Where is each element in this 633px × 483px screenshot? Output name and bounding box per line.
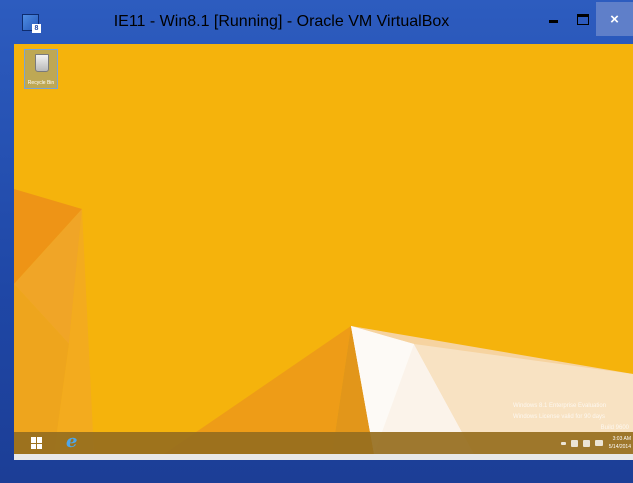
minimize-icon bbox=[548, 19, 558, 23]
recycle-bin-icon bbox=[35, 54, 49, 72]
desktop-icon-label: Recycle Bin bbox=[27, 80, 55, 86]
maximize-icon bbox=[577, 13, 589, 25]
virtualbox-window: 8 IE11 - Win8.1 [Running] - Oracle VM Vi… bbox=[0, 0, 633, 483]
expand-tray-icon[interactable] bbox=[561, 441, 566, 445]
clock-time: 3:03 AM bbox=[612, 436, 631, 442]
internet-explorer-icon[interactable]: e bbox=[66, 433, 84, 451]
window-title: IE11 - Win8.1 [Running] - Oracle VM Virt… bbox=[113, 13, 450, 30]
maximize-button[interactable] bbox=[568, 2, 598, 36]
network-icon[interactable] bbox=[583, 439, 590, 447]
flag-icon[interactable] bbox=[595, 440, 603, 446]
vm-status-bar bbox=[14, 454, 633, 460]
watermark-line-2: Windows License valid for 90 days bbox=[513, 414, 606, 420]
evaluation-watermark: Windows 8.1 Enterprise Evaluation Window… bbox=[513, 401, 633, 434]
clock-date: 5/14/2014 bbox=[608, 444, 631, 450]
windows-start-icon[interactable] bbox=[31, 437, 43, 449]
close-button[interactable]: × bbox=[596, 2, 633, 36]
virtualbox-icon[interactable]: 8 bbox=[22, 14, 41, 33]
desktop-icon-recycle-bin[interactable]: Recycle Bin bbox=[24, 49, 58, 89]
title-bar[interactable]: 8 IE11 - Win8.1 [Running] - Oracle VM Vi… bbox=[0, 0, 633, 44]
watermark-line-1: Windows 8.1 Enterprise Evaluation bbox=[513, 403, 607, 409]
minimize-button[interactable] bbox=[538, 2, 568, 36]
system-tray bbox=[561, 438, 603, 448]
wallpaper bbox=[14, 44, 633, 454]
guest-desktop[interactable]: Recycle Bin Windows 8.1 Enterprise Evalu… bbox=[14, 44, 633, 454]
volume-icon[interactable] bbox=[571, 439, 578, 447]
close-icon: × bbox=[610, 10, 619, 28]
taskbar: e 3:03 AM 5/14/2014 bbox=[14, 432, 633, 454]
taskbar-clock[interactable]: 3:03 AM 5/14/2014 bbox=[605, 435, 631, 451]
